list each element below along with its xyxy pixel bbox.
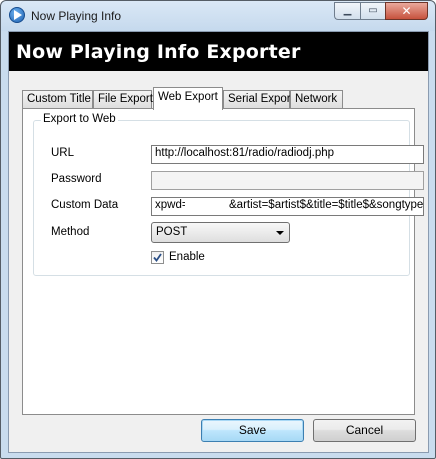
chevron-down-icon xyxy=(276,231,284,235)
password-field[interactable] xyxy=(151,171,424,190)
export-to-web-group: Export to Web URL http://localhost:81/ra… xyxy=(33,113,424,276)
dialog-body: Now Playing Info Exporter Custom Title F… xyxy=(8,31,429,453)
close-button[interactable]: ✕ xyxy=(385,2,428,20)
tab-custom-title[interactable]: Custom Title xyxy=(22,90,93,109)
app-icon xyxy=(9,7,25,23)
checkmark-icon xyxy=(153,253,162,262)
enable-label[interactable]: Enable xyxy=(169,251,205,263)
header-banner: Now Playing Info Exporter xyxy=(9,32,428,71)
method-label: Method xyxy=(51,226,90,238)
minimize-button[interactable]: ▁ xyxy=(334,2,360,20)
url-field[interactable]: http://localhost:81/radio/radiodj.php xyxy=(151,145,424,164)
minimize-icon: ▁ xyxy=(343,5,352,16)
custom-data-field[interactable]: xpwd= &artist=$artist$&title=$title$&son… xyxy=(151,197,424,216)
group-title: Export to Web xyxy=(41,113,118,125)
enable-checkbox[interactable] xyxy=(151,251,164,264)
close-icon: ✕ xyxy=(401,4,412,18)
save-button[interactable]: Save xyxy=(201,419,304,442)
page-title: Now Playing Info Exporter xyxy=(16,41,301,63)
method-select[interactable]: POST xyxy=(151,222,290,243)
web-export-panel: Export to Web URL http://localhost:81/ra… xyxy=(22,108,424,415)
tab-serial-export[interactable]: Serial Export xyxy=(223,90,294,109)
method-selected-value: POST xyxy=(156,226,188,238)
window-title: Now Playing Info xyxy=(31,9,122,23)
password-label: Password xyxy=(51,173,102,185)
tab-web-export[interactable]: Web Export xyxy=(153,87,223,110)
url-label: URL xyxy=(51,147,75,159)
maximize-icon: ▭ xyxy=(368,5,378,16)
app-window: Now Playing Info ▁ ▭ ✕ Now Playing Info … xyxy=(0,0,436,459)
tab-file-export[interactable]: File Export xyxy=(93,90,153,109)
tab-network[interactable]: Network xyxy=(290,90,343,109)
maximize-button[interactable]: ▭ xyxy=(360,2,385,20)
title-bar[interactable]: Now Playing Info ▁ ▭ ✕ xyxy=(1,1,435,31)
cancel-button[interactable]: Cancel xyxy=(313,419,416,442)
custom-data-value-start: xpwd= xyxy=(155,199,189,211)
redacted-password xyxy=(185,199,225,214)
custom-data-value-end: &artist=$artist$&title=$title$&songtype=… xyxy=(229,199,424,211)
custom-data-label: Custom Data xyxy=(51,199,119,211)
